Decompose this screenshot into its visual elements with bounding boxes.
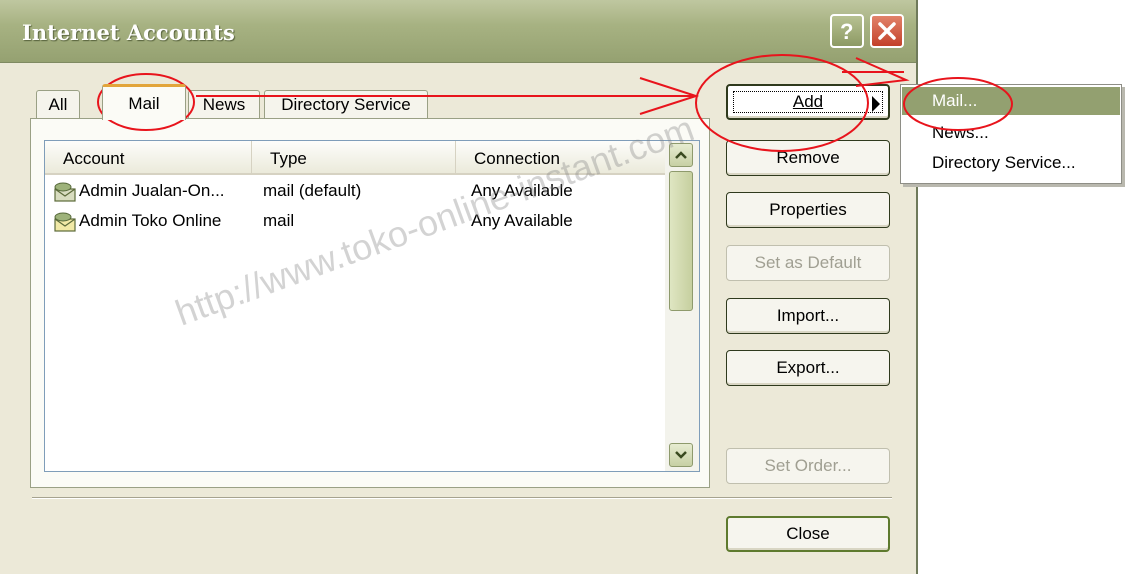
annotation-circle-add-button	[695, 54, 869, 152]
annotation-circle-mail-item	[903, 77, 1013, 131]
tab-mail[interactable]: Mail	[102, 84, 186, 120]
tab-label: Mail	[128, 93, 160, 113]
